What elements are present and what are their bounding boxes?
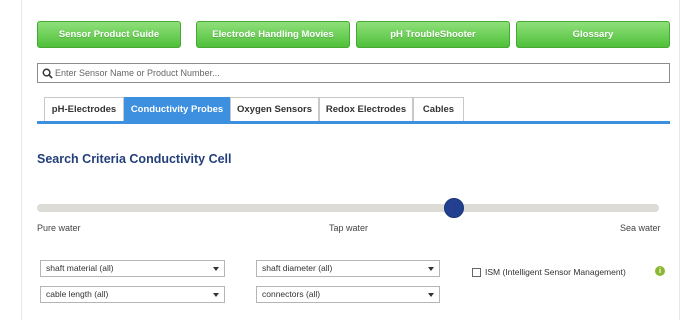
sensor-product-guide-button[interactable]: Sensor Product Guide xyxy=(37,21,181,48)
glossary-button[interactable]: Glossary xyxy=(516,21,670,48)
chevron-down-icon xyxy=(213,267,219,271)
shaft-diameter-value: shaft diameter (all) xyxy=(262,263,333,273)
tab-underline xyxy=(37,121,670,124)
chevron-down-icon xyxy=(428,267,434,271)
search-icon xyxy=(42,68,53,79)
slider-label-tap-water: Tap water xyxy=(329,223,369,233)
ism-checkbox[interactable] xyxy=(472,268,481,277)
slider-label-sea-water: Sea water xyxy=(620,223,661,233)
connectors-select[interactable]: connectors (all) xyxy=(256,286,440,303)
electrode-handling-movies-button[interactable]: Electrode Handling Movies xyxy=(196,21,350,48)
slider-label-pure-water: Pure water xyxy=(37,223,81,233)
tab-redox-electrodes[interactable]: Redox Electrodes xyxy=(319,97,413,122)
chevron-down-icon xyxy=(428,293,434,297)
search-box[interactable] xyxy=(37,63,670,83)
shaft-material-value: shaft material (all) xyxy=(46,263,114,273)
info-icon[interactable]: i xyxy=(655,266,665,276)
tab-ph-electrodes[interactable]: pH-Electrodes xyxy=(44,97,124,122)
cable-length-value: cable length (all) xyxy=(46,289,109,299)
page-title: Search Criteria Conductivity Cell xyxy=(37,152,232,166)
connectors-value: connectors (all) xyxy=(262,289,321,299)
shaft-material-select[interactable]: shaft material (all) xyxy=(40,260,225,277)
water-type-slider-handle[interactable] xyxy=(443,198,464,218)
ph-troubleshooter-button[interactable]: pH TroubleShooter xyxy=(356,21,510,48)
water-type-slider-track[interactable] xyxy=(37,204,659,212)
ism-checkbox-label[interactable]: ISM (Intelligent Sensor Management) xyxy=(485,267,626,277)
tab-conductivity-probes[interactable]: Conductivity Probes xyxy=(124,97,230,122)
chevron-down-icon xyxy=(213,293,219,297)
cable-length-select[interactable]: cable length (all) xyxy=(40,286,225,303)
shaft-diameter-select[interactable]: shaft diameter (all) xyxy=(256,260,440,277)
tab-oxygen-sensors[interactable]: Oxygen Sensors xyxy=(230,97,319,122)
tab-cables[interactable]: Cables xyxy=(413,97,464,122)
search-input[interactable] xyxy=(55,65,655,81)
